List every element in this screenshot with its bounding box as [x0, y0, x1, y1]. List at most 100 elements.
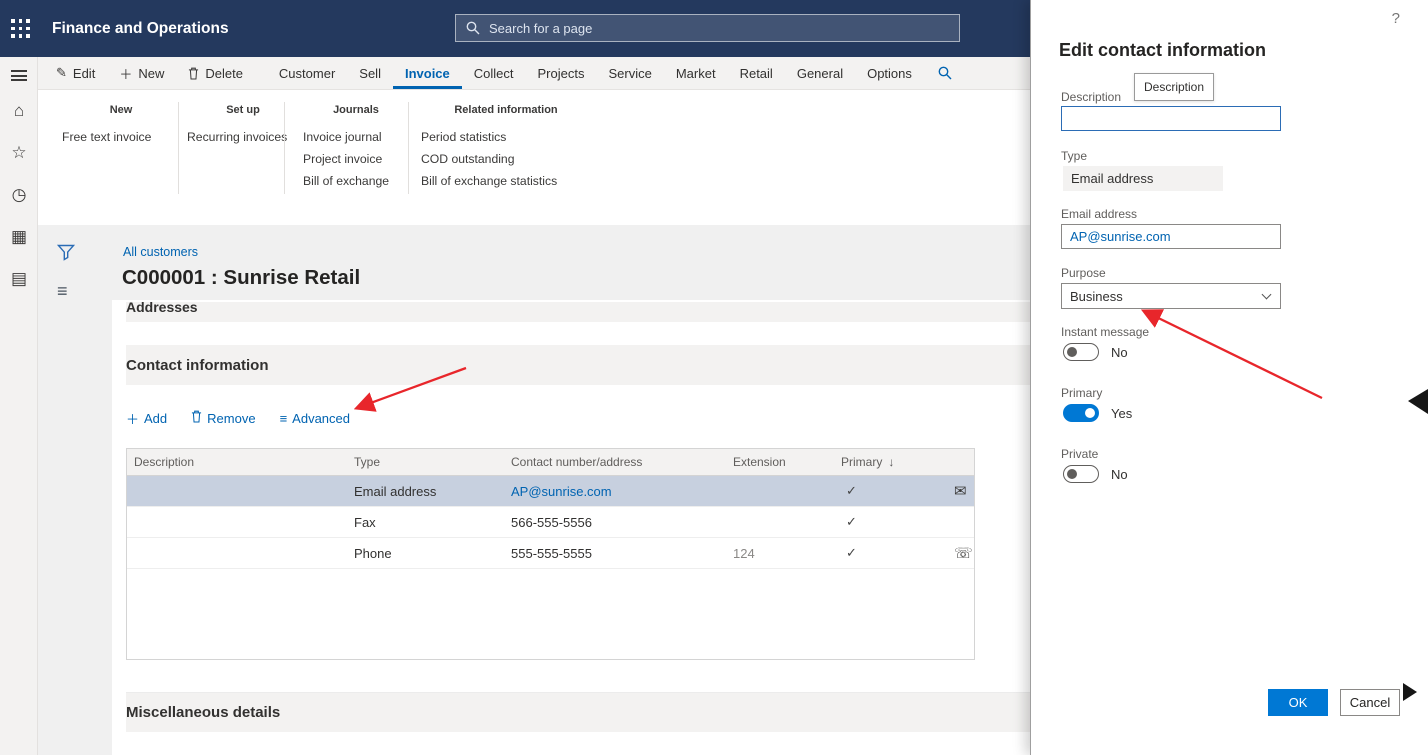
flyout-title: Edit contact information [1059, 40, 1266, 61]
email-link[interactable]: AP@sunrise.com [511, 484, 612, 499]
tab-collect[interactable]: Collect [462, 57, 526, 89]
description-tooltip: Description [1134, 73, 1214, 101]
ok-button[interactable]: OK [1268, 689, 1328, 716]
plus-icon: ＋ [126, 409, 139, 428]
modules-list-icon[interactable]: ▤ [0, 269, 38, 289]
primary-checkmark-icon: ✓ [846, 514, 857, 529]
app-launcher-icon[interactable] [11, 19, 31, 39]
bill-of-exchange-button[interactable]: Bill of exchange [303, 170, 409, 192]
sort-descending-icon: ↓ [888, 455, 894, 469]
table-row-email[interactable]: Email address AP@sunrise.com ✓ ✉ [127, 476, 974, 507]
primary-value: Yes [1111, 406, 1132, 421]
search-placeholder: Search for a page [489, 21, 592, 36]
help-icon[interactable]: ? [1392, 10, 1400, 27]
section-addresses[interactable]: Addresses [126, 302, 1035, 322]
trash-icon [188, 67, 199, 80]
primary-checkmark-icon: ✓ [846, 545, 857, 560]
pencil-icon: ✎ [56, 65, 67, 81]
tab-market[interactable]: Market [664, 57, 728, 89]
trash-icon [191, 410, 202, 426]
new-button[interactable]: ＋ New [119, 57, 164, 89]
project-invoice-button[interactable]: Project invoice [303, 148, 409, 170]
advanced-button[interactable]: ≡ Advanced [280, 411, 350, 426]
instant-message-toggle[interactable] [1063, 343, 1099, 361]
tab-general[interactable]: General [785, 57, 855, 89]
ribbon-group-related-information: Related information Period statistics CO… [421, 104, 591, 192]
plus-icon: ＋ [119, 64, 132, 83]
description-input[interactable] [1061, 106, 1281, 131]
tab-invoice[interactable]: Invoice [393, 57, 462, 89]
edit-contact-flyout: ? Edit contact information Description D… [1030, 0, 1428, 755]
menu-icon[interactable] [11, 70, 27, 81]
delete-button[interactable]: Delete [188, 57, 243, 89]
email-icon[interactable]: ✉ [954, 483, 967, 500]
remove-button[interactable]: Remove [191, 410, 255, 426]
tab-retail[interactable]: Retail [728, 57, 785, 89]
cod-outstanding-button[interactable]: COD outstanding [421, 148, 591, 170]
primary-label: Primary [1061, 386, 1102, 400]
col-contact-number[interactable]: Contact number/address [511, 455, 733, 469]
table-row-phone[interactable]: Phone 555-555-5555 124 ✓ ☏ [127, 538, 974, 569]
workspaces-grid-icon[interactable]: ▦ [0, 227, 38, 247]
tab-customer[interactable]: Customer [267, 57, 347, 89]
sort-options-icon[interactable]: ≡ [57, 281, 68, 302]
cancel-button[interactable]: Cancel [1340, 689, 1400, 716]
primary-checkmark-icon: ✓ [846, 483, 857, 498]
description-label: Description [1061, 90, 1121, 104]
tab-sell[interactable]: Sell [347, 57, 393, 89]
col-primary[interactable]: Primary ↓ [834, 455, 940, 469]
home-icon[interactable]: ⌂ [0, 101, 38, 121]
ribbon-group-title: Journals [303, 104, 409, 116]
purpose-dropdown[interactable]: Business [1061, 283, 1281, 309]
contact-grid-toolbar: ＋ Add Remove ≡ Advanced [126, 404, 350, 432]
recent-clock-icon[interactable]: ◷ [0, 185, 38, 205]
customer-detail-card: Addresses Contact information ＋ Add Remo… [112, 300, 1040, 755]
ribbon-group-title: Related information [421, 104, 591, 116]
page-title: C000001 : Sunrise Retail [122, 266, 360, 290]
ribbon-separator [408, 102, 409, 194]
ribbon-separator [178, 102, 179, 194]
left-nav-rail: ⌂ ☆ ◷ ▦ ▤ [0, 57, 38, 755]
recurring-invoices-button[interactable]: Recurring invoices [187, 126, 299, 148]
favorites-star-icon[interactable]: ☆ [0, 143, 38, 163]
ribbon-group-setup: Set up Recurring invoices [187, 104, 299, 148]
tab-service[interactable]: Service [596, 57, 663, 89]
app-title[interactable]: Finance and Operations [52, 0, 229, 57]
free-text-invoice-button[interactable]: Free text invoice [62, 126, 180, 148]
table-header-row: Description Type Contact number/address … [127, 449, 974, 476]
action-search-icon[interactable] [938, 57, 952, 89]
email-address-label: Email address [1061, 207, 1137, 221]
purpose-label: Purpose [1061, 266, 1106, 280]
page-search-input[interactable]: Search for a page [455, 14, 960, 42]
col-description[interactable]: Description [127, 455, 354, 469]
bill-of-exchange-statistics-button[interactable]: Bill of exchange statistics [421, 170, 591, 192]
section-contact-information[interactable]: Contact information [126, 345, 1035, 385]
primary-toggle[interactable] [1063, 404, 1099, 422]
section-miscellaneous-details[interactable]: Miscellaneous details [126, 692, 1035, 732]
ribbon-group-new: New Free text invoice [62, 104, 180, 148]
invoice-journal-button[interactable]: Invoice journal [303, 126, 409, 148]
col-type[interactable]: Type [354, 455, 511, 469]
contact-information-table: Description Type Contact number/address … [126, 448, 975, 660]
period-statistics-button[interactable]: Period statistics [421, 126, 591, 148]
ribbon-separator [284, 102, 285, 194]
private-value: No [1111, 467, 1128, 482]
tab-options[interactable]: Options [855, 57, 924, 89]
filter-funnel-icon[interactable] [57, 244, 75, 266]
col-extension[interactable]: Extension [733, 455, 834, 469]
breadcrumb-all-customers[interactable]: All customers [123, 245, 198, 259]
add-button[interactable]: ＋ Add [126, 409, 167, 428]
table-row-fax[interactable]: Fax 566-555-5556 ✓ [127, 507, 974, 538]
tab-projects[interactable]: Projects [526, 57, 597, 89]
private-label: Private [1061, 447, 1098, 461]
edit-button[interactable]: ✎ Edit [56, 57, 95, 89]
email-address-input[interactable]: AP@sunrise.com [1061, 224, 1281, 249]
private-toggle[interactable] [1063, 465, 1099, 483]
ribbon-group-title: New [62, 104, 180, 116]
phone-icon[interactable]: ☏ [954, 545, 973, 562]
ribbon-group-title: Set up [187, 104, 299, 116]
search-icon [466, 21, 480, 35]
chevron-down-icon [1262, 290, 1272, 300]
type-readonly-field: Email address [1063, 166, 1223, 191]
list-icon: ≡ [280, 411, 288, 426]
